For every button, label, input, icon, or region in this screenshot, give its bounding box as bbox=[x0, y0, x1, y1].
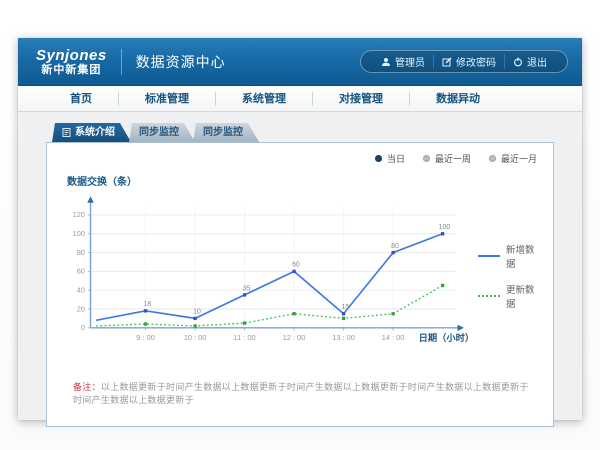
svg-text:100: 100 bbox=[439, 224, 451, 231]
svg-text:10: 10 bbox=[193, 309, 201, 316]
document-icon bbox=[62, 128, 71, 137]
app-title: 数据资源中心 bbox=[136, 52, 226, 72]
range-label: 当日 bbox=[387, 152, 405, 165]
nav-item-home[interactable]: 首页 bbox=[44, 92, 118, 106]
brand-logo: Synjones 新中新集团 bbox=[36, 48, 107, 76]
y-axis-title: 数据交换（条） bbox=[67, 173, 541, 188]
edit-icon bbox=[442, 57, 452, 67]
note-text: 以上数据更新于时间产生数据以上数据更新于时间产生数据以上数据更新于时间产生数据以… bbox=[73, 382, 529, 405]
nav-item-system-mgmt[interactable]: 系统管理 bbox=[215, 92, 312, 106]
range-label: 最近一周 bbox=[435, 152, 471, 165]
svg-text:35: 35 bbox=[243, 285, 251, 292]
tab-sync-monitor-1[interactable]: 同步监控 bbox=[129, 123, 195, 142]
svg-text:18: 18 bbox=[144, 301, 152, 308]
logo-text-cn: 新中新集团 bbox=[41, 65, 101, 76]
main-nav: 首页 标准管理 系统管理 对接管理 数据异动 bbox=[18, 86, 582, 112]
range-label: 最近一月 bbox=[501, 152, 537, 165]
header-actions: 管理员 修改密码 退出 bbox=[360, 50, 568, 73]
chart-legend: 新增数据 更新数据 bbox=[478, 242, 541, 322]
legend-label: 更新数据 bbox=[506, 282, 541, 310]
tab-bar: 系统介绍 同步监控 同步监控 bbox=[52, 123, 554, 142]
user-label: 管理员 bbox=[395, 54, 425, 69]
svg-text:80: 80 bbox=[77, 248, 85, 257]
svg-text:60: 60 bbox=[292, 262, 300, 269]
svg-text:日期（小时）: 日期（小时） bbox=[419, 332, 475, 343]
legend-item-new-data[interactable]: 新增数据 bbox=[478, 242, 541, 270]
radio-unselected-icon bbox=[489, 155, 496, 162]
svg-text:15: 15 bbox=[342, 304, 350, 311]
tab-system-intro[interactable]: 系统介绍 bbox=[52, 123, 131, 142]
legend-label: 新增数据 bbox=[506, 242, 541, 270]
logout-label: 退出 bbox=[527, 54, 547, 69]
svg-text:120: 120 bbox=[73, 210, 85, 219]
svg-text:9 : 00: 9 : 00 bbox=[136, 333, 155, 342]
user-icon bbox=[381, 57, 391, 67]
app-window: Synjones 新中新集团 数据资源中心 管理员 修改密码 bbox=[18, 38, 582, 420]
logo-text-en: Synjones bbox=[36, 48, 107, 63]
tab-label: 系统介绍 bbox=[75, 123, 115, 142]
chart-container: 0 20 40 60 80 100 120 9 : 00 10 : 00 11 : 00 12 : … bbox=[59, 190, 541, 360]
tab-label: 同步监控 bbox=[139, 123, 179, 142]
svg-text:13 : 00: 13 : 00 bbox=[332, 333, 355, 342]
chart-card: 当日 最近一周 最近一月 数据交换（条） 0 20 40 60 80 100 120 9 : … bbox=[46, 142, 554, 427]
header: Synjones 新中新集团 数据资源中心 管理员 修改密码 bbox=[18, 38, 582, 86]
svg-text:40: 40 bbox=[77, 285, 85, 294]
user-button[interactable]: 管理员 bbox=[373, 54, 433, 69]
blue-line-icon bbox=[478, 255, 500, 257]
nav-item-data-change[interactable]: 数据异动 bbox=[409, 92, 506, 106]
svg-text:80: 80 bbox=[391, 243, 399, 250]
change-password-label: 修改密码 bbox=[456, 54, 496, 69]
note-prefix: 备注： bbox=[73, 382, 101, 392]
svg-text:12 : 00: 12 : 00 bbox=[283, 333, 306, 342]
footer-note: 备注：以上数据更新于时间产生数据以上数据更新于时间产生数据以上数据更新于时间产生… bbox=[73, 380, 535, 406]
header-divider bbox=[121, 49, 122, 75]
svg-text:60: 60 bbox=[77, 267, 85, 276]
power-icon bbox=[513, 57, 523, 67]
nav-item-standard-mgmt[interactable]: 标准管理 bbox=[118, 92, 215, 106]
range-option-last-month[interactable]: 最近一月 bbox=[489, 152, 537, 165]
range-option-today[interactable]: 当日 bbox=[375, 152, 405, 165]
nav-item-interface-mgmt[interactable]: 对接管理 bbox=[312, 92, 409, 106]
logout-button[interactable]: 退出 bbox=[504, 54, 555, 69]
svg-text:0: 0 bbox=[81, 323, 85, 332]
page: Synjones 新中新集团 数据资源中心 管理员 修改密码 bbox=[0, 0, 600, 450]
legend-item-updated-data[interactable]: 更新数据 bbox=[478, 282, 541, 310]
green-dotted-line-icon bbox=[478, 295, 500, 297]
svg-text:20: 20 bbox=[77, 304, 85, 313]
svg-text:14 : 00: 14 : 00 bbox=[382, 333, 405, 342]
tab-sync-monitor-2[interactable]: 同步监控 bbox=[193, 123, 259, 142]
range-option-last-week[interactable]: 最近一周 bbox=[423, 152, 471, 165]
change-password-button[interactable]: 修改密码 bbox=[433, 54, 504, 69]
radio-selected-icon bbox=[375, 155, 382, 162]
svg-text:100: 100 bbox=[73, 229, 85, 238]
svg-text:11 : 00: 11 : 00 bbox=[234, 333, 256, 342]
svg-text:10 : 00: 10 : 00 bbox=[184, 333, 207, 342]
tab-label: 同步监控 bbox=[203, 123, 243, 142]
radio-unselected-icon bbox=[423, 155, 430, 162]
range-selector: 当日 最近一周 最近一月 bbox=[375, 152, 537, 165]
content-area: 系统介绍 同步监控 同步监控 当日 最 bbox=[18, 112, 582, 427]
line-chart: 0 20 40 60 80 100 120 9 : 00 10 : 00 11 : 00 12 : … bbox=[59, 190, 476, 360]
